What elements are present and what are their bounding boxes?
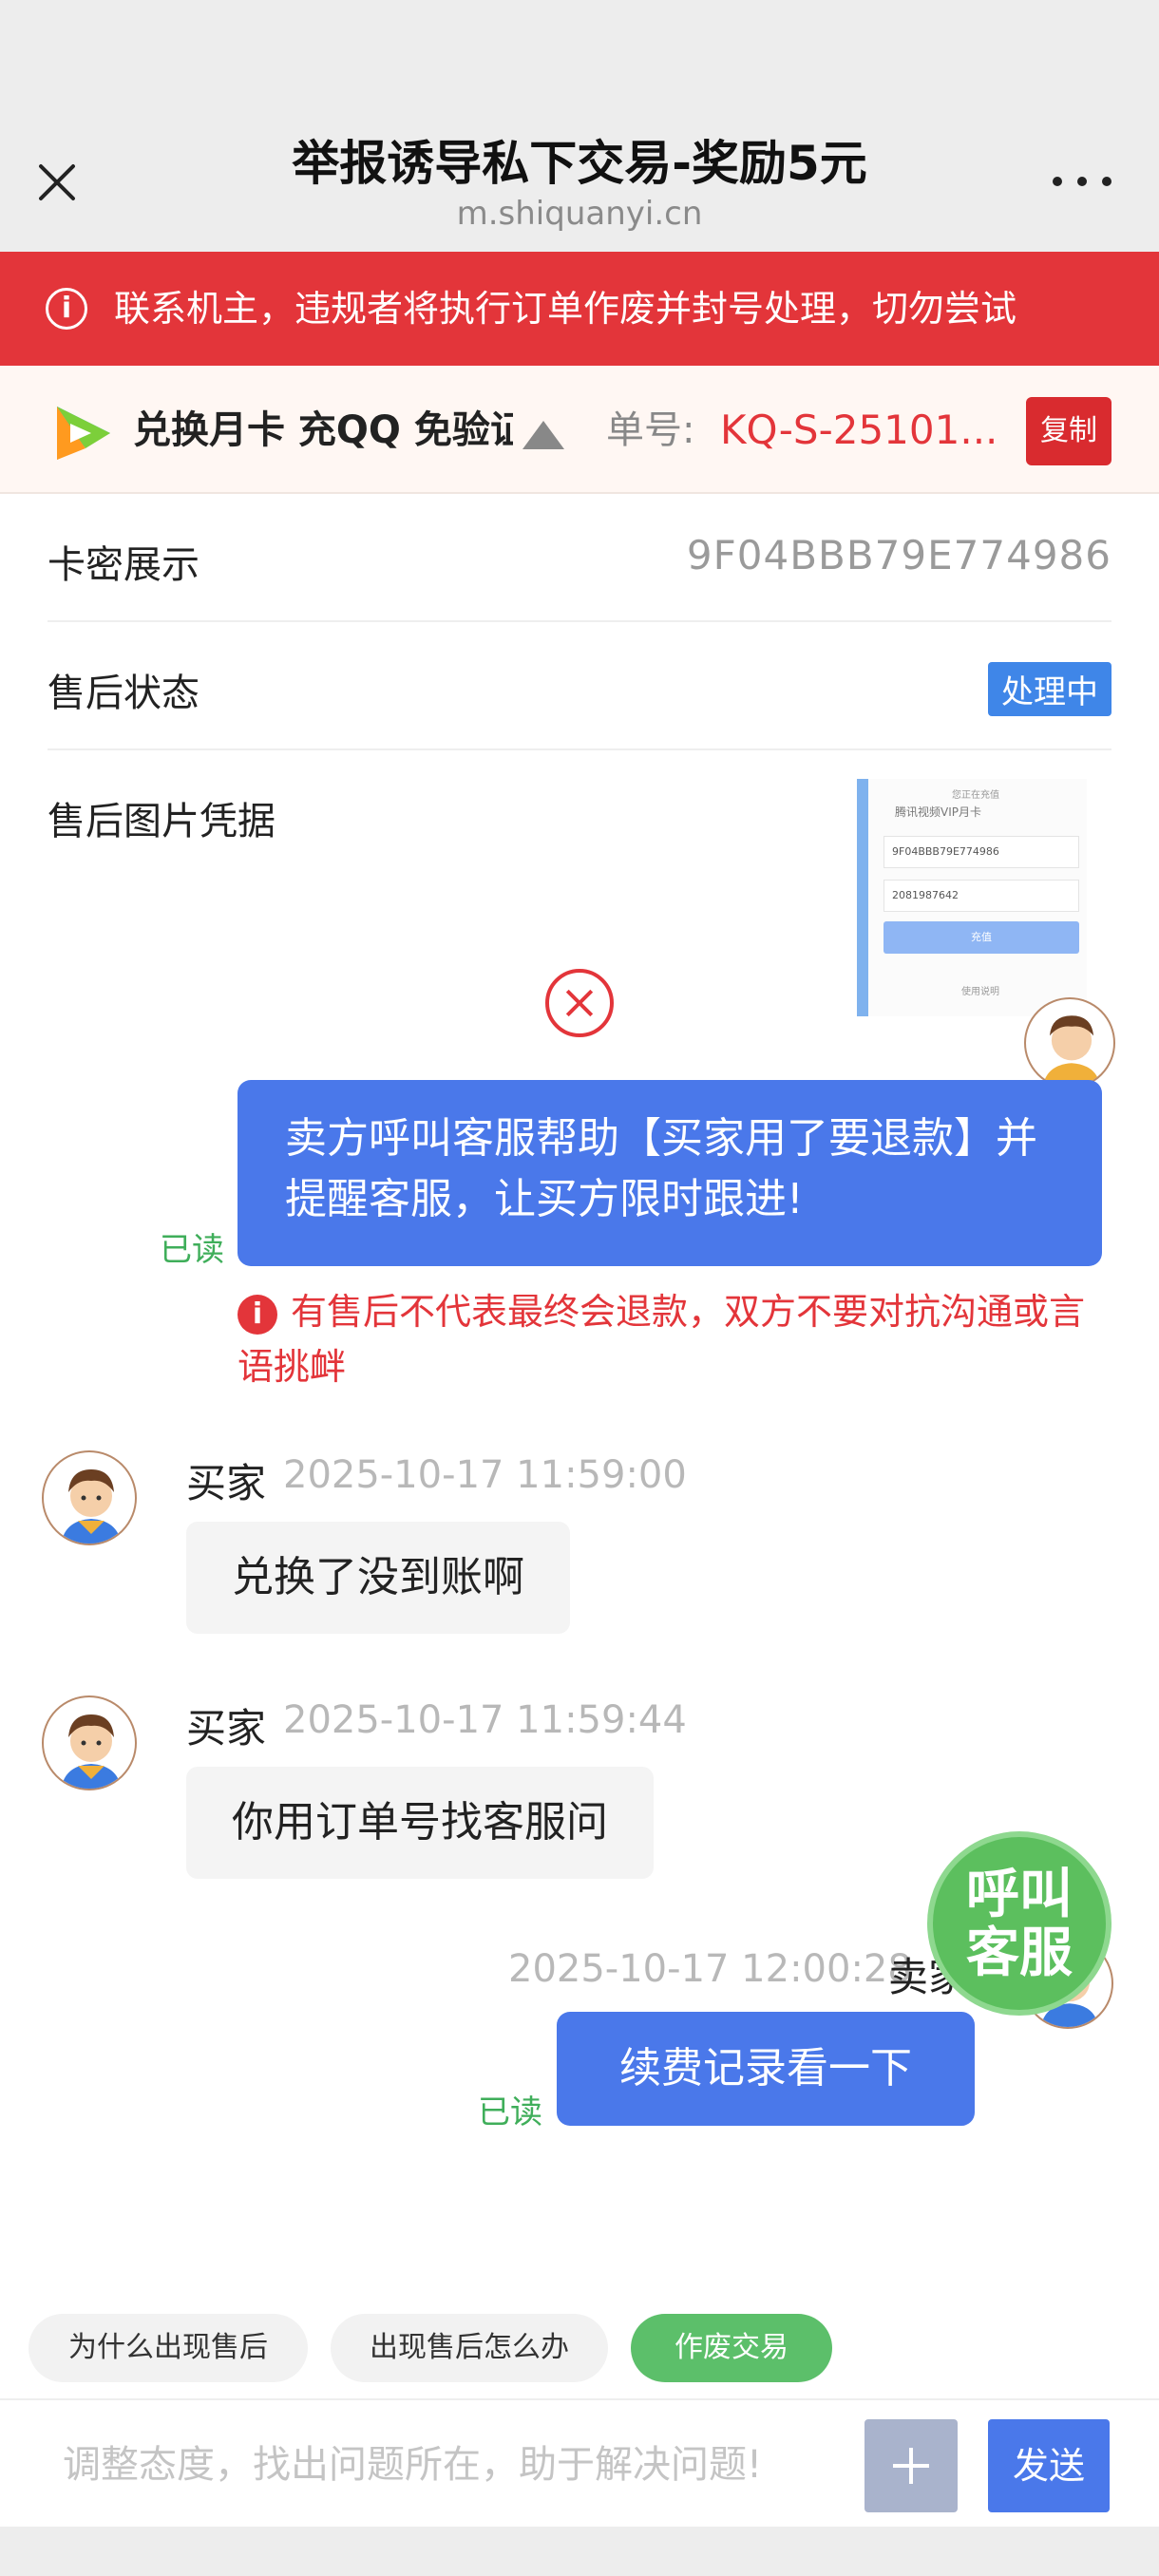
proof-image-field: 2081987642: [884, 880, 1079, 912]
proof-image-button: 充值: [884, 921, 1079, 954]
proof-image[interactable]: 您正在充值 腾讯视频VIP月卡 9F04BBB79E774986 2081987…: [857, 779, 1087, 1016]
message-time: 2025-10-17 11:59:44: [283, 1698, 687, 1742]
caret-up-icon[interactable]: [522, 421, 564, 449]
message-bubble: 你用订单号找客服问: [186, 1767, 654, 1879]
status-row: 售后状态 处理中: [48, 622, 1112, 750]
message-bubble: 续费记录看一下: [557, 2012, 975, 2126]
message-time: 2025-10-17 11:59:00: [283, 1453, 687, 1497]
proof-image-field: 9F04BBB79E774986: [884, 836, 1079, 868]
quick-reply-chip[interactable]: 为什么出现售后: [28, 2314, 308, 2382]
alert-icon: i: [238, 1294, 277, 1335]
quick-reply-chip[interactable]: 出现售后怎么办: [331, 2314, 608, 2382]
plus-icon[interactable]: [864, 2419, 958, 2512]
info-icon: i: [46, 288, 87, 330]
call-customer-service-button[interactable]: 呼叫 客服: [927, 1831, 1112, 2016]
page-url: m.shiquanyi.cn: [456, 195, 703, 233]
void-trade-chip[interactable]: 作废交易: [631, 2314, 832, 2382]
proof-label: 售后图片凭据: [48, 800, 276, 843]
read-status: 已读: [478, 2093, 542, 2131]
avatar: [1024, 997, 1115, 1089]
page-title: 举报诱导私下交易-奖励5元: [292, 136, 867, 191]
bottom-safe-area: [0, 2527, 1159, 2576]
order-number: KQ-S-25101...: [720, 407, 998, 453]
message-time: 2025-10-17 12:00:28: [508, 1947, 912, 1991]
message-input-bar: 发送: [0, 2398, 1159, 2527]
system-message-bubble: 卖方呼叫客服帮助【买家用了要退款】并提醒客服，让买方限时跟进!: [238, 1080, 1102, 1266]
card-label: 卡密展示: [48, 543, 200, 587]
send-button[interactable]: 发送: [988, 2419, 1110, 2512]
message-input[interactable]: [28, 2419, 846, 2510]
product-name: 兑换月卡 充QQ 免验证: [133, 408, 513, 452]
person-icon: [1042, 1015, 1101, 1087]
card-row: 卡密展示 9F04BBB79E774986: [48, 494, 1112, 622]
copy-button[interactable]: 复制: [1026, 397, 1112, 465]
call-button-line2: 客服: [966, 1923, 1073, 1984]
order-label: 单号:: [606, 408, 695, 452]
product-bar: 兑换月卡 充QQ 免验证 单号: KQ-S-25101... 复制: [0, 366, 1159, 494]
warning-text: i 有售后不代表最终会退款，双方不要对抗沟通或言语挑衅: [238, 1284, 1092, 1394]
sender-name: 买家: [186, 1460, 267, 1506]
message-bubble: 兑换了没到账啊: [186, 1522, 570, 1634]
notice-text: 联系机主，违规者将执行订单作废并封号处理，切勿尝试: [114, 288, 1017, 330]
card-value: 9F04BBB79E774986: [686, 532, 1112, 578]
person-icon: [61, 1714, 122, 1789]
proof-image-footer: 使用说明: [961, 987, 999, 997]
tencent-video-logo-icon: [57, 407, 110, 460]
call-button-line1: 呼叫: [966, 1864, 1073, 1925]
proof-image-title: 您正在充值: [952, 790, 999, 801]
warning-message: 有售后不代表最终会退款，双方不要对抗沟通或言语挑衅: [238, 1291, 1086, 1388]
person-icon: [61, 1469, 122, 1544]
after-sale-info-card: 卡密展示 9F04BBB79E774986 售后状态 处理中 售后图片凭据 您正…: [0, 494, 1159, 1064]
proof-image-edge: [857, 779, 868, 1016]
sender-name: 买家: [186, 1705, 267, 1752]
avatar: [42, 1695, 137, 1790]
close-circle-icon[interactable]: [545, 969, 614, 1037]
read-status: 已读: [160, 1231, 224, 1269]
avatar: [42, 1450, 137, 1545]
more-icon[interactable]: [1045, 161, 1121, 199]
proof-image-subtitle: 腾讯视频VIP月卡: [895, 805, 981, 819]
status-label: 售后状态: [48, 672, 200, 715]
status-badge: 处理中: [988, 662, 1112, 716]
top-bar: 举报诱导私下交易-奖励5元 m.shiquanyi.cn: [0, 0, 1159, 252]
notice-banner: i 联系机主，违规者将执行订单作废并封号处理，切勿尝试: [0, 252, 1159, 366]
